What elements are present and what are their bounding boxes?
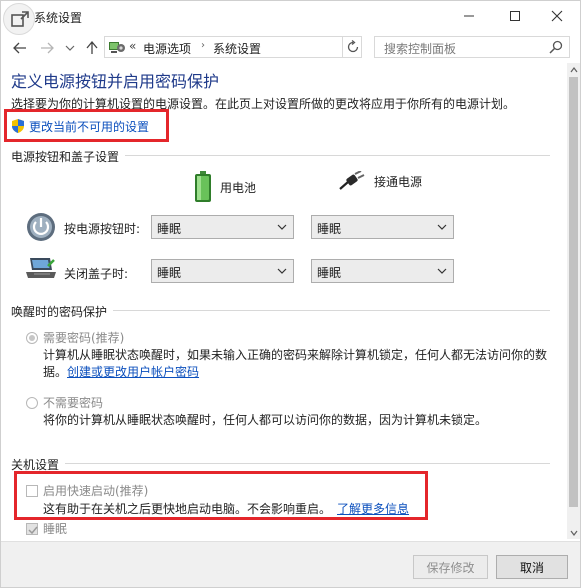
scrollbar-thumb[interactable]: [569, 77, 578, 507]
search-icon[interactable]: [549, 40, 563, 57]
laptop-lid-icon: [24, 256, 58, 285]
breadcrumb-power-options[interactable]: 电源选项: [143, 40, 191, 57]
breadcrumb-system-settings[interactable]: 系统设置: [213, 40, 261, 57]
select-value: 睡眠: [317, 266, 342, 280]
forward-arrow-icon[interactable]: [37, 38, 57, 58]
power-plug-icon: [339, 171, 365, 190]
require-password-radio[interactable]: [26, 332, 38, 344]
battery-column-label: 用电池: [220, 180, 257, 195]
vertical-scrollbar[interactable]: [567, 63, 580, 539]
no-password-label: 不需要密码: [43, 396, 104, 410]
maximize-button[interactable]: [492, 1, 538, 31]
require-password-desc-line1: 计算机从睡眠状态唤醒时，如果未输入正确的密码来解除计算机锁定，任何人都无法访问你…: [43, 348, 548, 362]
minimize-button[interactable]: [446, 1, 492, 31]
lid-close-label: 关闭盖子时:: [64, 267, 129, 281]
ac-column-label: 接通电源: [374, 174, 423, 189]
chevron-down-icon: [437, 224, 447, 230]
breadcrumb-separator-icon[interactable]: ›: [201, 40, 205, 51]
no-password-radio[interactable]: [26, 397, 38, 409]
refresh-button[interactable]: [342, 37, 362, 57]
scroll-down-arrow-icon[interactable]: [567, 526, 580, 539]
title-bar: 系统设置: [1, 1, 580, 35]
power-button-label: 按电源按钮时:: [64, 222, 141, 236]
scroll-up-arrow-icon[interactable]: [567, 63, 580, 76]
page-title: 定义电源按钮并启用密码保护: [11, 72, 220, 91]
power-button-ac-select[interactable]: 睡眠: [311, 215, 454, 239]
system-settings-window: 系统设置 « 电源选项 › 系统设置 搜索控制面板 定义电源按钮并启用密码保护 …: [0, 0, 581, 588]
recent-locations-chevron-icon[interactable]: [60, 38, 80, 58]
refresh-icon: [347, 40, 358, 53]
chevron-down-icon: [437, 268, 447, 274]
address-overflow[interactable]: «: [129, 39, 136, 53]
create-password-link[interactable]: 创建或更改用户帐户密码: [67, 365, 199, 379]
sleep-label: 睡眠: [43, 522, 68, 536]
battery-column-header: 用电池: [194, 171, 256, 203]
highlight-box-change-link: [4, 109, 169, 142]
section-divider: [11, 463, 550, 464]
select-value: 睡眠: [317, 222, 342, 236]
no-password-desc: 将你的计算机从睡眠状态唤醒时，任何人都可以访问你的数据，因为计算机未锁定。: [43, 413, 488, 427]
lid-close-ac-select[interactable]: 睡眠: [311, 259, 454, 283]
search-placeholder: 搜索控制面板: [384, 42, 457, 56]
app-icon[interactable]: [3, 3, 35, 35]
select-value: 睡眠: [157, 222, 182, 236]
wake-section-title: 唤醒时的密码保护: [11, 303, 114, 320]
up-arrow-icon[interactable]: [82, 38, 102, 58]
power-section-title: 电源按钮和盖子设置: [11, 148, 126, 165]
require-password-desc-end: 据。: [43, 365, 68, 379]
require-password-label: 需要密码(推荐): [43, 331, 125, 345]
address-bar[interactable]: « 电源选项 › 系统设置: [104, 36, 435, 58]
power-button-battery-select[interactable]: 睡眠: [151, 215, 294, 239]
require-password-desc-line2: 据。创建或更改用户帐户密码: [43, 363, 199, 380]
checkmark-icon: [28, 526, 38, 535]
dialog-footer: 保存修改 取消: [1, 541, 580, 587]
window-title: 系统设置: [34, 11, 83, 25]
select-value: 睡眠: [157, 266, 182, 280]
ac-column-header: 接通电源: [338, 171, 422, 191]
chevron-down-icon: [277, 224, 287, 230]
control-panel-icon: [108, 39, 126, 58]
highlight-box-fast-startup: [14, 471, 428, 520]
back-arrow-icon[interactable]: [10, 38, 30, 58]
save-changes-button[interactable]: 保存修改: [413, 555, 488, 579]
lid-close-battery-select[interactable]: 睡眠: [151, 259, 294, 283]
cancel-button[interactable]: 取消: [496, 555, 568, 579]
power-button-icon: [26, 212, 56, 245]
battery-icon: [195, 171, 211, 202]
sleep-checkbox[interactable]: [26, 523, 38, 535]
chevron-down-icon: [277, 268, 287, 274]
search-box[interactable]: 搜索控制面板: [374, 36, 570, 58]
close-button[interactable]: [534, 1, 580, 31]
